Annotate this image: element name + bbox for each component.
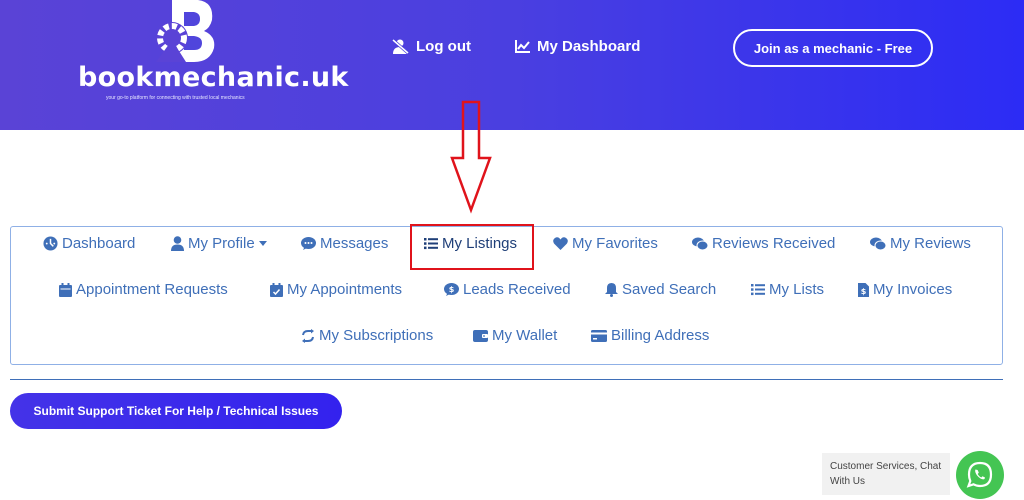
svg-text:$: $ [449,285,455,294]
highlight-box-annotation [410,224,534,270]
menu-saved-search[interactable]: Saved Search [605,281,716,298]
menu-my-subscriptions-label: My Subscriptions [319,327,434,344]
comment-dots-icon [301,236,316,250]
user-slash-icon [392,39,409,54]
join-mechanic-button[interactable]: Join as a mechanic - Free [733,29,933,67]
caret-down-icon [258,241,267,246]
menu-my-wallet-label: My Wallet [492,327,558,344]
menu-my-profile-label: My Profile [188,235,255,252]
logo-tagline: your go-to platform for connecting with … [106,95,245,101]
svg-text:$: $ [861,287,867,296]
user-icon [171,236,184,251]
calendar-icon [59,282,72,297]
logo-b-gear-icon [156,0,215,62]
menu-appointment-requests[interactable]: Appointment Requests [59,281,228,298]
menu-my-lists[interactable]: My Lists [751,281,824,298]
menu-my-subscriptions[interactable]: My Subscriptions [301,327,433,344]
menu-my-wallet[interactable]: My Wallet [473,327,557,344]
menu-leads-received[interactable]: $ Leads Received [444,281,571,298]
whatsapp-chat-button[interactable] [956,451,1004,499]
menu-my-profile[interactable]: My Profile [171,235,267,252]
my-dashboard-label: My Dashboard [537,38,641,55]
menu-appointment-requests-label: Appointment Requests [76,281,228,298]
logout-link[interactable]: Log out [392,38,471,55]
list-icon [751,284,765,296]
menu-reviews-received-label: Reviews Received [712,235,836,252]
comment-dollar-icon: $ [444,282,459,296]
menu-messages[interactable]: Messages [301,235,388,252]
menu-my-lists-label: My Lists [769,281,825,298]
file-invoice-dollar-icon: $ [858,282,869,297]
calendar-check-icon [270,282,283,297]
divider [10,379,1003,380]
comments-icon [870,237,886,250]
menu-dashboard[interactable]: Dashboard [43,235,135,252]
down-arrow-annotation [450,100,492,214]
menu-my-favorites-label: My Favorites [572,235,658,252]
site-header: bookmechanic.uk your go-to platform for … [0,0,1024,130]
sync-icon [302,328,314,343]
menu-my-reviews-label: My Reviews [890,235,971,252]
menu-my-invoices[interactable]: $ My Invoices [858,281,952,298]
wallet-icon [473,330,488,342]
logo-text: bookmechanic.uk [78,62,349,93]
menu-my-favorites[interactable]: My Favorites [553,235,658,252]
menu-my-appointments-label: My Appointments [287,281,403,298]
menu-my-appointments[interactable]: My Appointments [270,281,402,298]
menu-messages-label: Messages [320,235,389,252]
whatsapp-icon [966,461,993,488]
menu-reviews-received[interactable]: Reviews Received [692,235,835,252]
comments-icon [692,237,708,250]
dashboard-gauge-icon [43,236,58,251]
menu-dashboard-label: Dashboard [62,235,136,252]
menu-my-reviews[interactable]: My Reviews [870,235,971,252]
chart-line-icon [515,40,530,53]
bell-icon [605,283,618,297]
credit-card-icon [591,329,607,342]
menu-leads-received-label: Leads Received [463,281,571,298]
menu-saved-search-label: Saved Search [622,281,717,298]
logout-label: Log out [416,38,471,55]
logo[interactable]: bookmechanic.uk your go-to platform for … [78,0,348,110]
heart-icon [553,237,568,250]
menu-my-invoices-label: My Invoices [873,281,953,298]
submit-support-ticket-button[interactable]: Submit Support Ticket For Help / Technic… [10,393,342,429]
my-dashboard-link[interactable]: My Dashboard [515,38,640,55]
menu-billing-address-label: Billing Address [611,327,710,344]
chat-label[interactable]: Customer Services, Chat With Us [822,453,950,495]
menu-billing-address[interactable]: Billing Address [591,327,709,344]
